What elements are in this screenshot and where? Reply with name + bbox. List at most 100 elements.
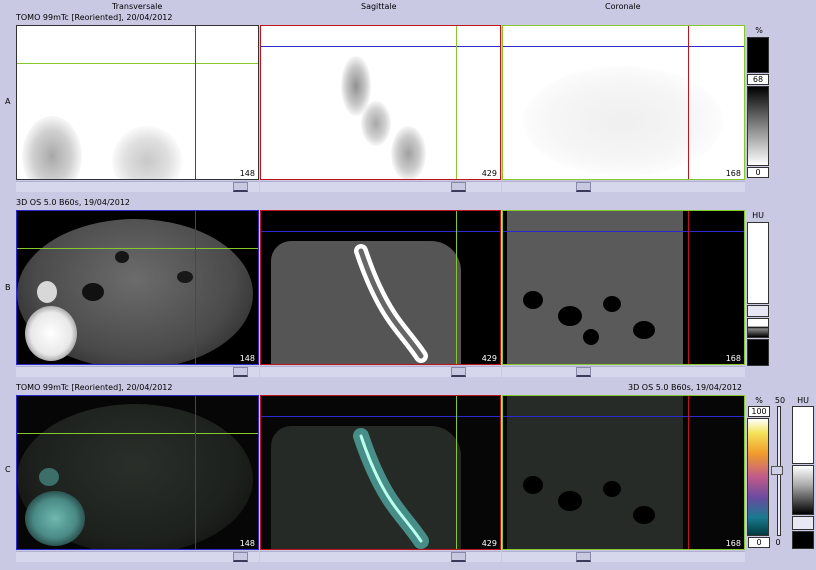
ct-sagittale-viewport[interactable]: 429	[260, 210, 501, 365]
slice-number: 429	[481, 169, 497, 178]
slice-number: 148	[239, 169, 255, 178]
row-c-header-right: 3D OS 5.0 B60s, 19/04/2012	[628, 383, 743, 392]
row-label-c: C	[5, 465, 11, 474]
row-label-b: B	[5, 283, 11, 292]
spine-outline	[353, 428, 429, 549]
bowel-gas	[583, 329, 599, 345]
slice-number: 168	[725, 169, 741, 178]
crosshair-horizontal	[503, 46, 744, 47]
crosshair-horizontal	[17, 433, 258, 434]
bowel-gas	[633, 321, 655, 339]
uptake-region	[391, 126, 426, 179]
fusion-transversale-viewport[interactable]: 148	[16, 395, 259, 550]
fusion-blend-min: 0	[775, 538, 781, 547]
slice-number: 148	[239, 539, 255, 548]
ct-scale-top	[747, 222, 769, 304]
fusion-pet-colorbar[interactable]	[747, 418, 769, 536]
row-b-header: 3D OS 5.0 B60s, 19/04/2012	[16, 198, 131, 207]
bowel-gas	[523, 291, 543, 309]
crosshair-horizontal	[17, 248, 258, 249]
pet-scale-top	[747, 37, 769, 73]
crosshair-horizontal	[503, 416, 744, 417]
slice-slider-handle[interactable]	[576, 182, 591, 192]
slice-number: 148	[239, 354, 255, 363]
fusion-pet-unit: %	[755, 396, 763, 405]
crosshair-horizontal	[261, 46, 500, 47]
ct-coronale-viewport[interactable]: 168	[502, 210, 745, 365]
column-label-sagittale: Sagittale	[361, 2, 397, 11]
slice-number: 168	[725, 354, 741, 363]
fusion-ct-colorbar[interactable]	[792, 465, 814, 515]
crosshair-vertical	[688, 211, 689, 364]
uptake-region	[112, 126, 182, 179]
fusion-pet-max: 100	[748, 406, 770, 417]
ct-colorbar[interactable]	[747, 318, 769, 338]
crosshair-horizontal	[503, 231, 744, 232]
pet-scale-max: 68	[747, 74, 769, 85]
slice-number: 168	[725, 539, 741, 548]
crosshair-vertical	[456, 211, 457, 364]
fusion-blend-handle[interactable]	[771, 466, 783, 475]
ct-scale-unit: HU	[752, 211, 764, 220]
slice-slider-handle[interactable]	[451, 367, 466, 377]
row-a-header: TOMO 99mTc [Reoriented], 20/04/2012	[16, 13, 173, 22]
scroll-strip[interactable]	[502, 366, 745, 377]
pet-sagittale-viewport[interactable]: 429	[260, 25, 501, 180]
row-c-header-left: TOMO 99mTc [Reoriented], 20/04/2012	[16, 383, 173, 392]
fusion-sagittale-viewport[interactable]: 429	[260, 395, 501, 550]
crosshair-vertical	[195, 26, 196, 179]
slice-slider-handle[interactable]	[233, 182, 248, 192]
scroll-strip[interactable]	[260, 551, 501, 562]
fusion-coronale-viewport[interactable]: 168	[502, 395, 745, 550]
scroll-strip[interactable]	[502, 181, 745, 192]
bone-structure	[39, 468, 59, 486]
slice-slider-handle[interactable]	[233, 552, 248, 562]
column-label-transversale: Transversale	[112, 2, 163, 11]
bowel-gas	[558, 306, 582, 326]
slice-slider-handle[interactable]	[451, 552, 466, 562]
slice-slider-handle[interactable]	[576, 367, 591, 377]
pet-scale-min: 0	[747, 167, 769, 178]
uptake-region	[25, 491, 85, 546]
crosshair-vertical	[688, 26, 689, 179]
fusion-ct-unit: HU	[797, 396, 809, 405]
ct-transversale-viewport[interactable]: 148	[16, 210, 259, 365]
scroll-strip[interactable]	[16, 551, 259, 562]
uptake-region	[361, 101, 391, 146]
bowel-gas	[603, 481, 621, 497]
fusion-ct-top	[792, 406, 814, 464]
bowel-gas	[523, 476, 543, 494]
pet-coronale-viewport[interactable]: 168	[502, 25, 745, 180]
ct-scale-bottom	[747, 339, 769, 366]
fusion-ct-bottom	[792, 531, 814, 549]
crosshair-vertical	[456, 26, 457, 179]
crosshair-vertical	[456, 396, 457, 549]
slice-slider-handle[interactable]	[233, 367, 248, 377]
pet-transversale-viewport[interactable]: 148	[16, 25, 259, 180]
bowel-gas	[558, 491, 582, 511]
scroll-strip[interactable]	[260, 366, 501, 377]
bowel-gas	[603, 296, 621, 312]
crosshair-vertical	[195, 396, 196, 549]
crosshair-horizontal	[261, 416, 500, 417]
fusion-ct-window[interactable]	[792, 516, 814, 530]
row-label-a: A	[5, 97, 11, 106]
column-label-coronale: Coronale	[605, 2, 641, 11]
slice-number: 429	[481, 354, 497, 363]
uptake-region	[22, 116, 82, 179]
slice-slider-handle[interactable]	[576, 552, 591, 562]
uptake-region	[523, 66, 723, 176]
bowel-gas	[177, 271, 193, 283]
scroll-strip[interactable]	[16, 366, 259, 377]
ct-window-upper[interactable]	[747, 305, 769, 317]
bowel-gas	[115, 251, 129, 263]
scroll-strip[interactable]	[260, 181, 501, 192]
scroll-strip[interactable]	[502, 551, 745, 562]
slice-slider-handle[interactable]	[451, 182, 466, 192]
bowel-gas	[633, 506, 655, 524]
crosshair-vertical	[688, 396, 689, 549]
pet-colorbar[interactable]	[747, 86, 769, 166]
vertebra	[25, 306, 77, 361]
scroll-strip[interactable]	[16, 181, 259, 192]
crosshair-horizontal	[17, 63, 258, 64]
